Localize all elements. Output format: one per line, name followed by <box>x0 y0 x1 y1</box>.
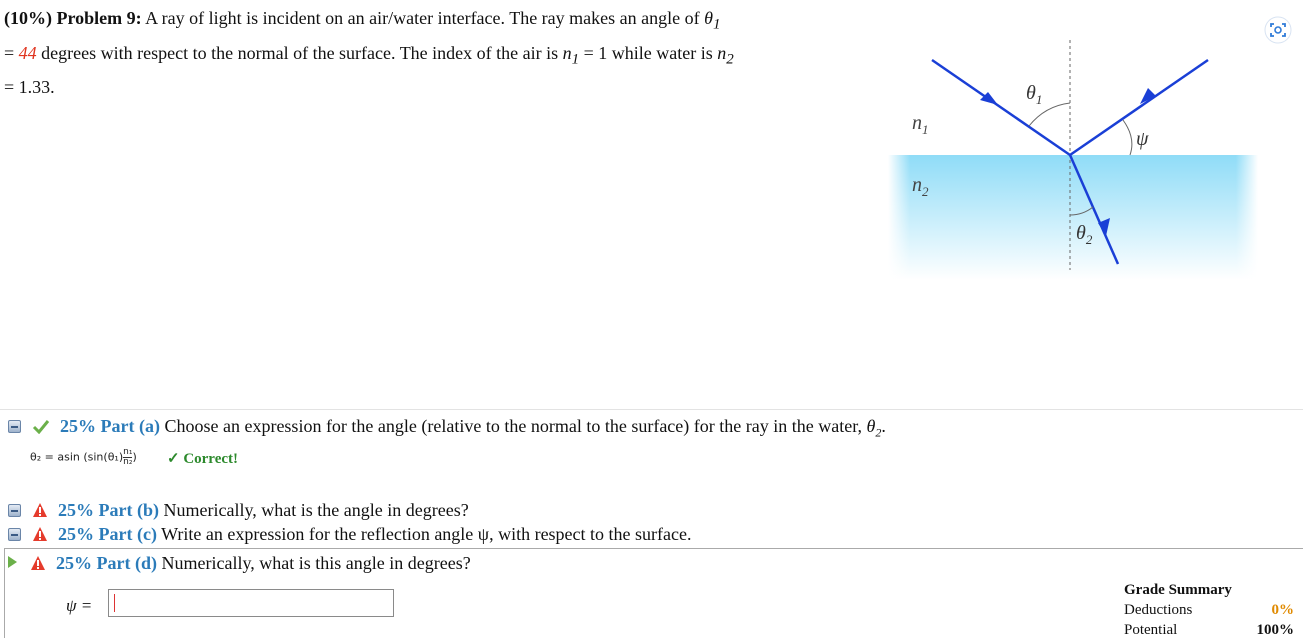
problem-text-1: A ray of light is incident on an air/wat… <box>145 8 700 28</box>
part-c-text: Write an expression for the reflection a… <box>161 524 692 544</box>
psi-arc <box>1122 119 1133 156</box>
grade-summary-title: Grade Summary <box>1124 582 1232 598</box>
warning-icon <box>32 527 47 541</box>
part-a-formula: θ₂ = asin (sin(θ₁) n₁ n₂) <box>30 447 137 467</box>
n1-label: n1 <box>912 112 929 137</box>
answer-label: ψ = <box>66 596 93 615</box>
theta1-symbol: θ1 <box>704 8 721 33</box>
text-caret <box>114 594 115 612</box>
part-b-label: 25% Part (b) <box>58 500 159 520</box>
problem-text-4: = 1.33. <box>4 77 55 98</box>
n2-label: n2 <box>912 174 929 199</box>
part-d-row[interactable]: 25% Part (d) Numerically, what is this a… <box>8 551 471 575</box>
part-d-text: Numerically, what is this angle in degre… <box>161 553 471 573</box>
potential-label: Potential <box>1124 622 1178 638</box>
problem-statement: (10%) Problem 9: A ray of light is incid… <box>4 4 834 101</box>
problem-header: (10%) Problem 9: <box>4 8 142 28</box>
potential-value: 100% <box>1256 622 1295 638</box>
part-b-row[interactable]: 25% Part (b) Numerically, what is the an… <box>8 498 469 522</box>
equals-sign: = <box>4 42 15 63</box>
part-a-row[interactable]: 25% Part (a) Choose an expression for th… <box>8 414 886 440</box>
part-a-label: 25% Part (a) <box>60 416 160 436</box>
divider <box>0 409 1303 410</box>
part-b-text: Numerically, what is the angle in degree… <box>163 500 469 520</box>
psi-label: ψ <box>1136 128 1149 150</box>
problem-text-2: degrees with respect to the normal of th… <box>41 42 559 63</box>
theta2-label: θ2 <box>1076 222 1093 247</box>
screenshot-icon[interactable] <box>1264 16 1292 44</box>
part-a-period: . <box>881 416 886 436</box>
part-c-label: 25% Part (c) <box>58 524 157 544</box>
part-d-label: 25% Part (d) <box>56 553 157 573</box>
play-icon[interactable] <box>8 556 17 568</box>
part-c-row[interactable]: 25% Part (c) Write an expression for the… <box>8 522 692 546</box>
given-angle-value: 44 <box>18 42 37 63</box>
n1-symbol: n1 <box>562 42 580 68</box>
correct-badge: ✓ Correct! <box>167 451 239 467</box>
incident-ray <box>931 58 1071 157</box>
check-icon <box>32 420 49 434</box>
warning-icon <box>32 503 47 517</box>
grade-summary: Grade Summary Deductions 0% Potential 10… <box>1124 580 1294 640</box>
part-a-text: Choose an expression for the angle (rela… <box>164 416 862 436</box>
deductions-value: 0% <box>1271 602 1295 618</box>
warning-icon <box>30 556 45 570</box>
collapse-icon[interactable] <box>8 504 21 517</box>
part-a-theta2: θ2 <box>866 416 882 440</box>
refraction-diagram: n1 n2 θ1 θ2 ψ <box>880 40 1260 280</box>
n2-symbol: n2 <box>717 42 734 68</box>
answer-input[interactable] <box>108 589 394 617</box>
deductions-label: Deductions <box>1124 602 1193 618</box>
collapse-icon[interactable] <box>8 420 21 433</box>
deductions-row: Deductions 0% <box>1124 600 1294 620</box>
collapse-icon[interactable] <box>8 528 21 541</box>
potential-row: Potential 100% <box>1124 620 1294 640</box>
problem-text-3: = 1 while water is <box>583 42 713 63</box>
theta1-label: θ1 <box>1026 82 1043 107</box>
